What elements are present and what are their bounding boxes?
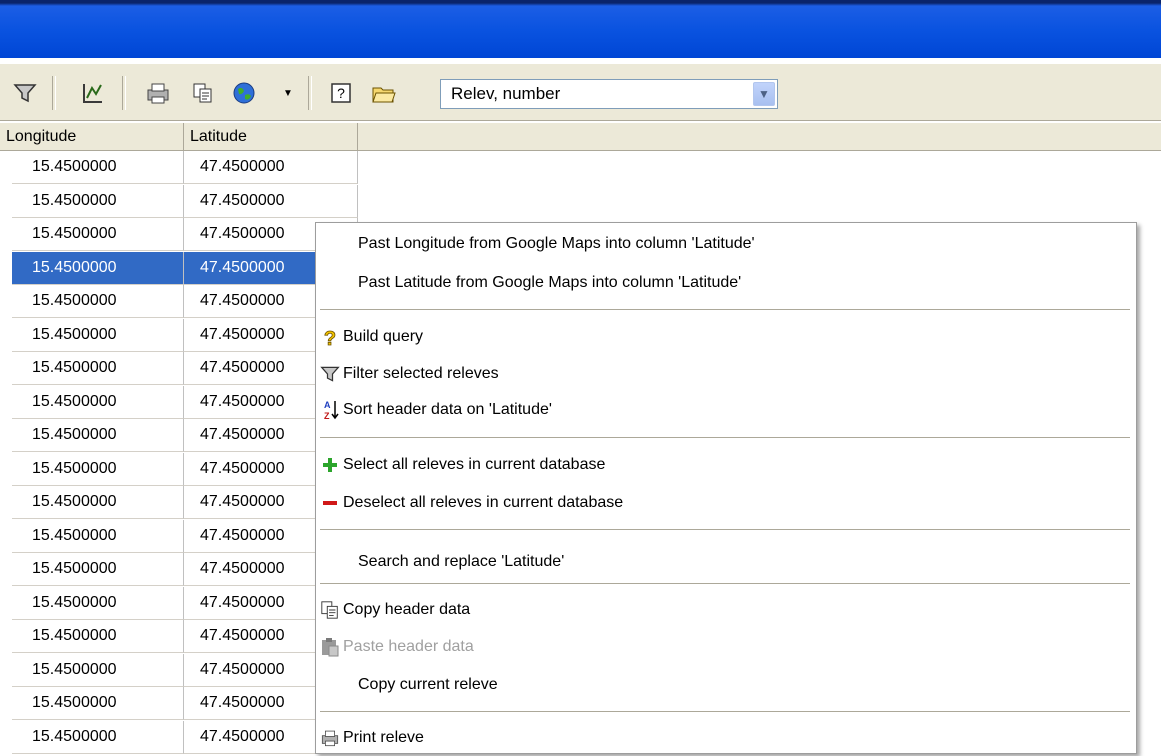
header-filler: [358, 123, 1161, 151]
filter-funnel-icon: [320, 364, 340, 384]
cell-longitude[interactable]: 15.4500000: [12, 452, 184, 486]
cell-longitude[interactable]: 15.4500000: [12, 586, 184, 620]
table-row[interactable]: 15.4500000 47.4500000: [0, 184, 360, 218]
table-row[interactable]: 15.4500000 47.4500000: [0, 620, 360, 653]
cell-longitude[interactable]: 15.4500000: [12, 687, 184, 720]
field-select[interactable]: Relev, number ▼: [440, 79, 778, 109]
table-row[interactable]: 15.4500000 47.4500000: [0, 251, 360, 285]
menu-item-label: Filter selected releves: [343, 365, 499, 382]
filter-funnel-icon[interactable]: [10, 78, 40, 108]
menu-item-paste-header[interactable]: Paste header data: [316, 629, 1136, 665]
cell-longitude[interactable]: 15.4500000: [12, 318, 184, 352]
cell-latitude[interactable]: 47.4500000: [184, 151, 358, 184]
menu-item-paste-longitude[interactable]: Past Longitude from Google Maps into col…: [316, 226, 1136, 262]
menu-separator: [320, 583, 1130, 584]
print-icon[interactable]: [140, 78, 176, 108]
svg-text:?: ?: [337, 85, 345, 101]
menu-separator: [320, 529, 1130, 530]
minus-icon: [320, 493, 340, 513]
menu-item-filter-selected[interactable]: Filter selected releves: [316, 356, 1136, 392]
table-row[interactable]: 15.4500000 47.4500000: [0, 318, 360, 352]
menu-item-label: Deselect all releves in current database: [343, 494, 624, 511]
menu-separator: [320, 437, 1130, 438]
globe-icon[interactable]: [226, 78, 262, 108]
print-icon: [320, 728, 340, 748]
cell-longitude[interactable]: 15.4500000: [12, 620, 184, 653]
table-row[interactable]: 15.4500000 47.4500000: [0, 151, 360, 184]
table-row[interactable]: 15.4500000 47.4500000: [0, 653, 360, 687]
table-row[interactable]: 15.4500000 47.4500000: [0, 385, 360, 419]
table-row[interactable]: 15.4500000 47.4500000: [0, 419, 360, 452]
table-row[interactable]: 15.4500000 47.4500000: [0, 218, 360, 251]
column-header-latitude[interactable]: Latitude: [184, 123, 358, 151]
menu-item-print-releve[interactable]: Print releve: [316, 720, 1136, 756]
toolbar-separator: [122, 76, 126, 110]
svg-text:A: A: [324, 400, 331, 410]
menu-separator: [320, 711, 1130, 712]
toolbar-separator: [52, 76, 56, 110]
cell-longitude[interactable]: 15.4500000: [12, 352, 184, 385]
copy-icon[interactable]: [188, 78, 218, 108]
menu-item-search-replace[interactable]: Search and replace 'Latitude': [316, 544, 1136, 580]
menu-item-label: Copy current releve: [358, 676, 498, 693]
toolbar-separator: [308, 76, 312, 110]
menu-item-deselect-all[interactable]: Deselect all releves in current database: [316, 485, 1136, 521]
help-icon[interactable]: ?: [326, 78, 356, 108]
menu-item-copy-releve[interactable]: Copy current releve: [316, 667, 1136, 703]
table-row[interactable]: 15.4500000 47.4500000: [0, 687, 360, 720]
cell-longitude[interactable]: 15.4500000: [12, 553, 184, 586]
plus-icon: [320, 455, 340, 475]
table-row[interactable]: 15.4500000 47.4500000: [0, 519, 360, 553]
menu-item-label: Sort header data on 'Latitude': [343, 401, 552, 418]
chevron-down-icon[interactable]: ▼: [753, 82, 775, 106]
menu-item-select-all[interactable]: Select all releves in current database: [316, 447, 1136, 483]
open-folder-icon[interactable]: [366, 78, 402, 108]
cell-longitude[interactable]: 15.4500000: [12, 720, 184, 754]
menu-item-label: Copy header data: [343, 601, 471, 618]
cell-longitude[interactable]: 15.4500000: [12, 419, 184, 452]
table-row[interactable]: 15.4500000 47.4500000: [0, 553, 360, 586]
copy-icon: [320, 600, 340, 620]
table-row[interactable]: 15.4500000 47.4500000: [0, 720, 360, 754]
menu-item-build-query[interactable]: ? Build query: [316, 319, 1136, 355]
menu-item-label: Past Longitude from Google Maps into col…: [358, 235, 755, 252]
table-row[interactable]: 15.4500000 47.4500000: [0, 352, 360, 385]
sort-az-icon: AZ: [320, 400, 340, 421]
edit-chart-icon[interactable]: [78, 78, 108, 108]
cell-longitude[interactable]: 15.4500000: [12, 486, 184, 519]
table-row[interactable]: 15.4500000 47.4500000: [0, 486, 360, 519]
column-header-longitude[interactable]: Longitude: [0, 123, 184, 151]
dropdown-arrow-icon[interactable]: ▼: [278, 78, 298, 108]
menu-separator: [320, 309, 1130, 310]
table-row[interactable]: 15.4500000 47.4500000: [0, 285, 360, 318]
window-titlebar: [0, 0, 1161, 58]
question-mark-icon: ?: [320, 327, 340, 347]
svg-text:Z: Z: [324, 411, 330, 421]
field-select-value: Relev, number: [451, 84, 561, 103]
menu-item-copy-header[interactable]: Copy header data: [316, 592, 1136, 628]
menu-item-label: Print releve: [343, 729, 424, 746]
cell-longitude[interactable]: 15.4500000: [12, 151, 184, 184]
cell-longitude[interactable]: 15.4500000: [12, 218, 184, 251]
menu-item-paste-latitude[interactable]: Past Latitude from Google Maps into colu…: [316, 265, 1136, 301]
table-row[interactable]: 15.4500000 47.4500000: [0, 452, 360, 486]
context-menu: Past Longitude from Google Maps into col…: [315, 222, 1137, 754]
paste-clipboard-icon: [320, 637, 340, 657]
cell-latitude[interactable]: 47.4500000: [184, 184, 358, 218]
cell-longitude[interactable]: 15.4500000: [12, 519, 184, 553]
cell-longitude[interactable]: 15.4500000: [12, 184, 184, 218]
svg-text:?: ?: [324, 328, 336, 347]
cell-longitude[interactable]: 15.4500000: [12, 653, 184, 687]
menu-item-label: Paste header data: [343, 638, 474, 655]
table-row[interactable]: 15.4500000 47.4500000: [0, 586, 360, 620]
menu-item-label: Search and replace 'Latitude': [358, 553, 565, 570]
cell-longitude[interactable]: 15.4500000: [12, 251, 184, 285]
menu-item-sort[interactable]: AZ Sort header data on 'Latitude': [316, 392, 1136, 428]
menu-item-label: Select all releves in current database: [343, 456, 606, 473]
menu-item-label: Build query: [343, 328, 424, 345]
cell-longitude[interactable]: 15.4500000: [12, 285, 184, 318]
menu-item-label: Past Latitude from Google Maps into colu…: [358, 274, 742, 291]
cell-longitude[interactable]: 15.4500000: [12, 385, 184, 419]
